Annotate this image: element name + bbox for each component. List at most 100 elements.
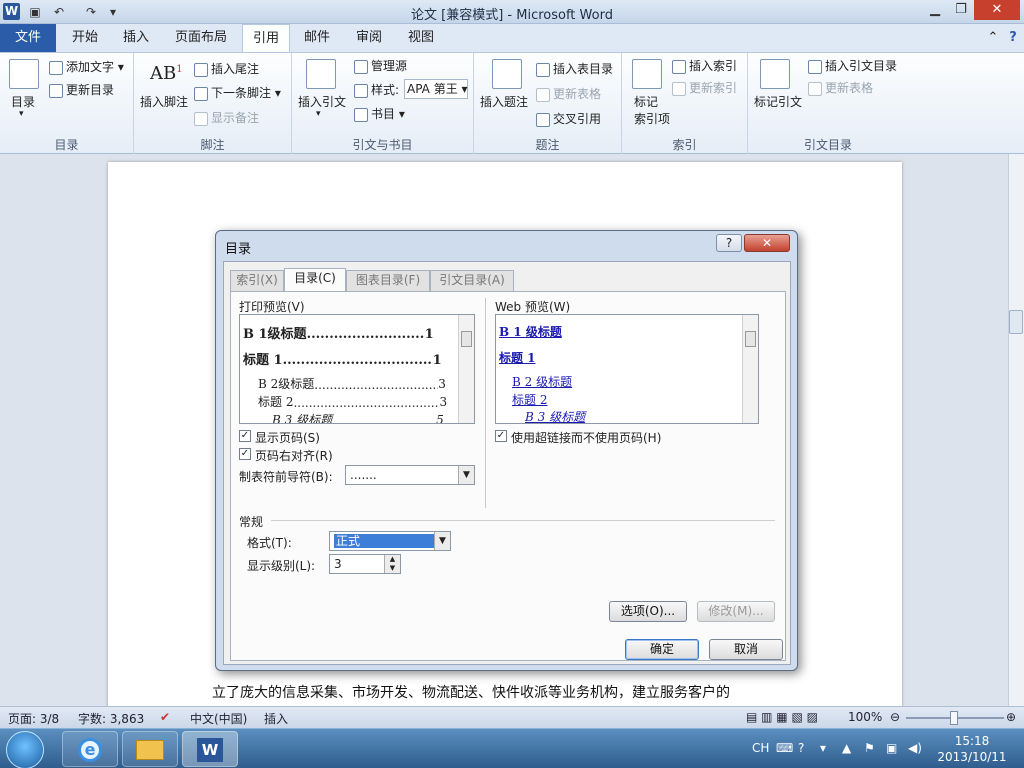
- print-entry-leader: ........................................: [293, 396, 440, 410]
- tab-table-of-authorities[interactable]: 引文目录(A): [430, 270, 514, 291]
- zoom-slider-thumb[interactable]: [950, 711, 958, 725]
- bibliography-button[interactable]: 书目 ▾: [354, 105, 405, 122]
- word-taskbar-icon[interactable]: W: [182, 731, 238, 767]
- view-buttons-icon[interactable]: ▤ ▥ ▦ ▧ ▨: [746, 710, 818, 724]
- format-dropdown-icon[interactable]: ▼: [434, 532, 450, 550]
- page-count[interactable]: 页面: 3/8: [8, 710, 59, 727]
- clock[interactable]: 15:18 2013/10/11: [930, 733, 1014, 765]
- tab-leader-dropdown-icon[interactable]: ▼: [458, 466, 474, 484]
- levels-stepper-icon[interactable]: ▲ ▼: [384, 555, 400, 573]
- keyboard-icon[interactable]: ⌨: [776, 741, 793, 755]
- start-button-icon[interactable]: [6, 731, 44, 768]
- tab-review[interactable]: 审阅: [346, 24, 392, 52]
- insert-citation-icon: [306, 59, 336, 89]
- cross-reference-button[interactable]: 交叉引用: [536, 110, 601, 127]
- zoom-level[interactable]: 100%: [848, 710, 882, 724]
- language-status[interactable]: 中文(中国): [190, 710, 247, 727]
- add-text-button[interactable]: 添加文字 ▾: [49, 58, 124, 75]
- tab-insert[interactable]: 插入: [112, 24, 160, 52]
- insert-endnote-button[interactable]: 插入尾注: [194, 60, 259, 77]
- manage-sources-button[interactable]: 管理源: [354, 57, 407, 74]
- modify-button[interactable]: 修改(M)...: [697, 601, 775, 622]
- ime-indicator[interactable]: CH: [752, 741, 769, 755]
- tab-page-layout[interactable]: 页面布局: [166, 24, 236, 52]
- close-button[interactable]: ✕: [974, 0, 1020, 20]
- tab-references[interactable]: 引用: [242, 24, 290, 53]
- right-align-checkbox[interactable]: ✓: [239, 448, 251, 460]
- web-toc-link[interactable]: B 2 级标题: [512, 373, 572, 390]
- update-index-button[interactable]: 更新索引: [672, 79, 737, 96]
- web-toc-link[interactable]: 标题 2: [512, 391, 547, 408]
- right-align-label: 页码右对齐(R): [255, 449, 333, 463]
- print-entry-page: 1: [424, 327, 434, 342]
- insert-table-of-figures-button[interactable]: 插入表目录: [536, 60, 613, 77]
- zoom-in-icon[interactable]: ⊕: [1006, 710, 1016, 724]
- web-toc-link[interactable]: B 1 级标题: [499, 323, 562, 340]
- update-toc-button[interactable]: 更新目录: [49, 81, 114, 98]
- ok-button[interactable]: 确定: [625, 639, 699, 660]
- title-bar: W ▣ ↶ ↷ ▾ 论文 [兼容模式] - Microsoft Word ▁ ❐…: [0, 0, 1024, 24]
- update-table-button[interactable]: 更新表格: [536, 85, 601, 102]
- ie-taskbar-icon[interactable]: e: [62, 731, 118, 767]
- tab-table-of-figures[interactable]: 图表目录(F): [346, 270, 430, 291]
- web-preview-scrollbar[interactable]: [742, 315, 758, 423]
- tab-view[interactable]: 视图: [398, 24, 444, 52]
- network-icon[interactable]: ▣: [886, 741, 897, 755]
- tab-toc[interactable]: 目录(C): [284, 268, 346, 292]
- cancel-button[interactable]: 取消: [709, 639, 783, 660]
- insert-index-icon: [672, 59, 686, 74]
- insert-index-button[interactable]: 插入索引: [672, 57, 737, 74]
- next-footnote-label: 下一条脚注: [211, 86, 272, 100]
- insert-citation-dropdown-icon[interactable]: ▾: [316, 109, 321, 119]
- web-preview-scroll-thumb[interactable]: [745, 331, 756, 347]
- help-tray-icon[interactable]: ?: [798, 741, 804, 755]
- web-toc-link[interactable]: B 3 级标题: [525, 408, 585, 423]
- tab-home[interactable]: 开始: [62, 24, 108, 52]
- tab-index[interactable]: 索引(X): [230, 270, 284, 291]
- insert-caption-button[interactable]: 插入题注: [480, 93, 528, 110]
- levels-spinner[interactable]: 3 ▲ ▼: [329, 554, 401, 574]
- bibliography-icon: [354, 107, 368, 122]
- insert-footnote-icon: AB1: [150, 63, 183, 84]
- explorer-taskbar-icon[interactable]: [122, 731, 178, 767]
- tab-mailings[interactable]: 邮件: [294, 24, 340, 52]
- insert-caption-icon: [492, 59, 522, 89]
- vertical-scrollbar[interactable]: [1008, 154, 1024, 706]
- collapse-ribbon-icon[interactable]: ⌃: [984, 24, 1002, 52]
- insert-citation-button[interactable]: 插入引文: [298, 93, 346, 110]
- use-hyperlinks-checkbox[interactable]: ✓: [495, 430, 507, 442]
- word-count[interactable]: 字数: 3,863: [78, 710, 144, 727]
- options-button[interactable]: 选项(O)...: [609, 601, 687, 622]
- next-footnote-button[interactable]: 下一条脚注 ▾: [194, 84, 281, 101]
- action-center-icon[interactable]: ⚑: [864, 741, 875, 755]
- toc-dropdown-icon[interactable]: ▾: [19, 109, 24, 119]
- format-select[interactable]: 正式 ▼: [329, 531, 451, 551]
- toc-button[interactable]: 目录: [11, 93, 35, 110]
- print-preview-scroll-thumb[interactable]: [461, 331, 472, 347]
- mark-citation-button[interactable]: 标记引文: [754, 93, 802, 110]
- show-page-numbers-checkbox[interactable]: ✓: [239, 430, 251, 442]
- show-notes-button[interactable]: 显示备注: [194, 109, 259, 126]
- document-text[interactable]: 立了庞大的信息采集、市场开发、物流配送、快件收派等业务机构，建立服务客户的: [212, 682, 730, 702]
- insert-footnote-button[interactable]: 插入脚注: [140, 93, 188, 110]
- print-entry-text: 标题 2: [258, 395, 294, 409]
- web-toc-link[interactable]: 标题 1: [499, 349, 536, 366]
- scrollbar-thumb[interactable]: [1009, 310, 1023, 334]
- volume-icon[interactable]: ◀): [908, 741, 922, 755]
- zoom-out-icon[interactable]: ⊖: [890, 710, 900, 724]
- mark-entry-button[interactable]: 标记 索引项: [634, 93, 670, 127]
- ime-options-icon[interactable]: ▾: [820, 741, 826, 755]
- dialog-close-button[interactable]: ✕: [744, 234, 790, 252]
- proofing-icon[interactable]: ✔: [160, 710, 170, 724]
- insert-mode-status[interactable]: 插入: [264, 710, 288, 727]
- show-hidden-icons-icon[interactable]: ▲: [842, 741, 851, 755]
- dialog-help-button[interactable]: ?: [716, 234, 742, 252]
- update-toa-button[interactable]: 更新表格: [808, 79, 873, 96]
- help-icon[interactable]: ?: [1004, 24, 1022, 52]
- insert-toa-button[interactable]: 插入引文目录: [808, 57, 897, 74]
- style-select[interactable]: APA 第王 ▾: [404, 79, 468, 99]
- tab-leader-select[interactable]: ....... ▼: [345, 465, 475, 485]
- maximize-button[interactable]: ❐: [946, 0, 976, 20]
- print-preview-scrollbar[interactable]: [458, 315, 474, 423]
- tab-file[interactable]: 文件: [0, 24, 56, 52]
